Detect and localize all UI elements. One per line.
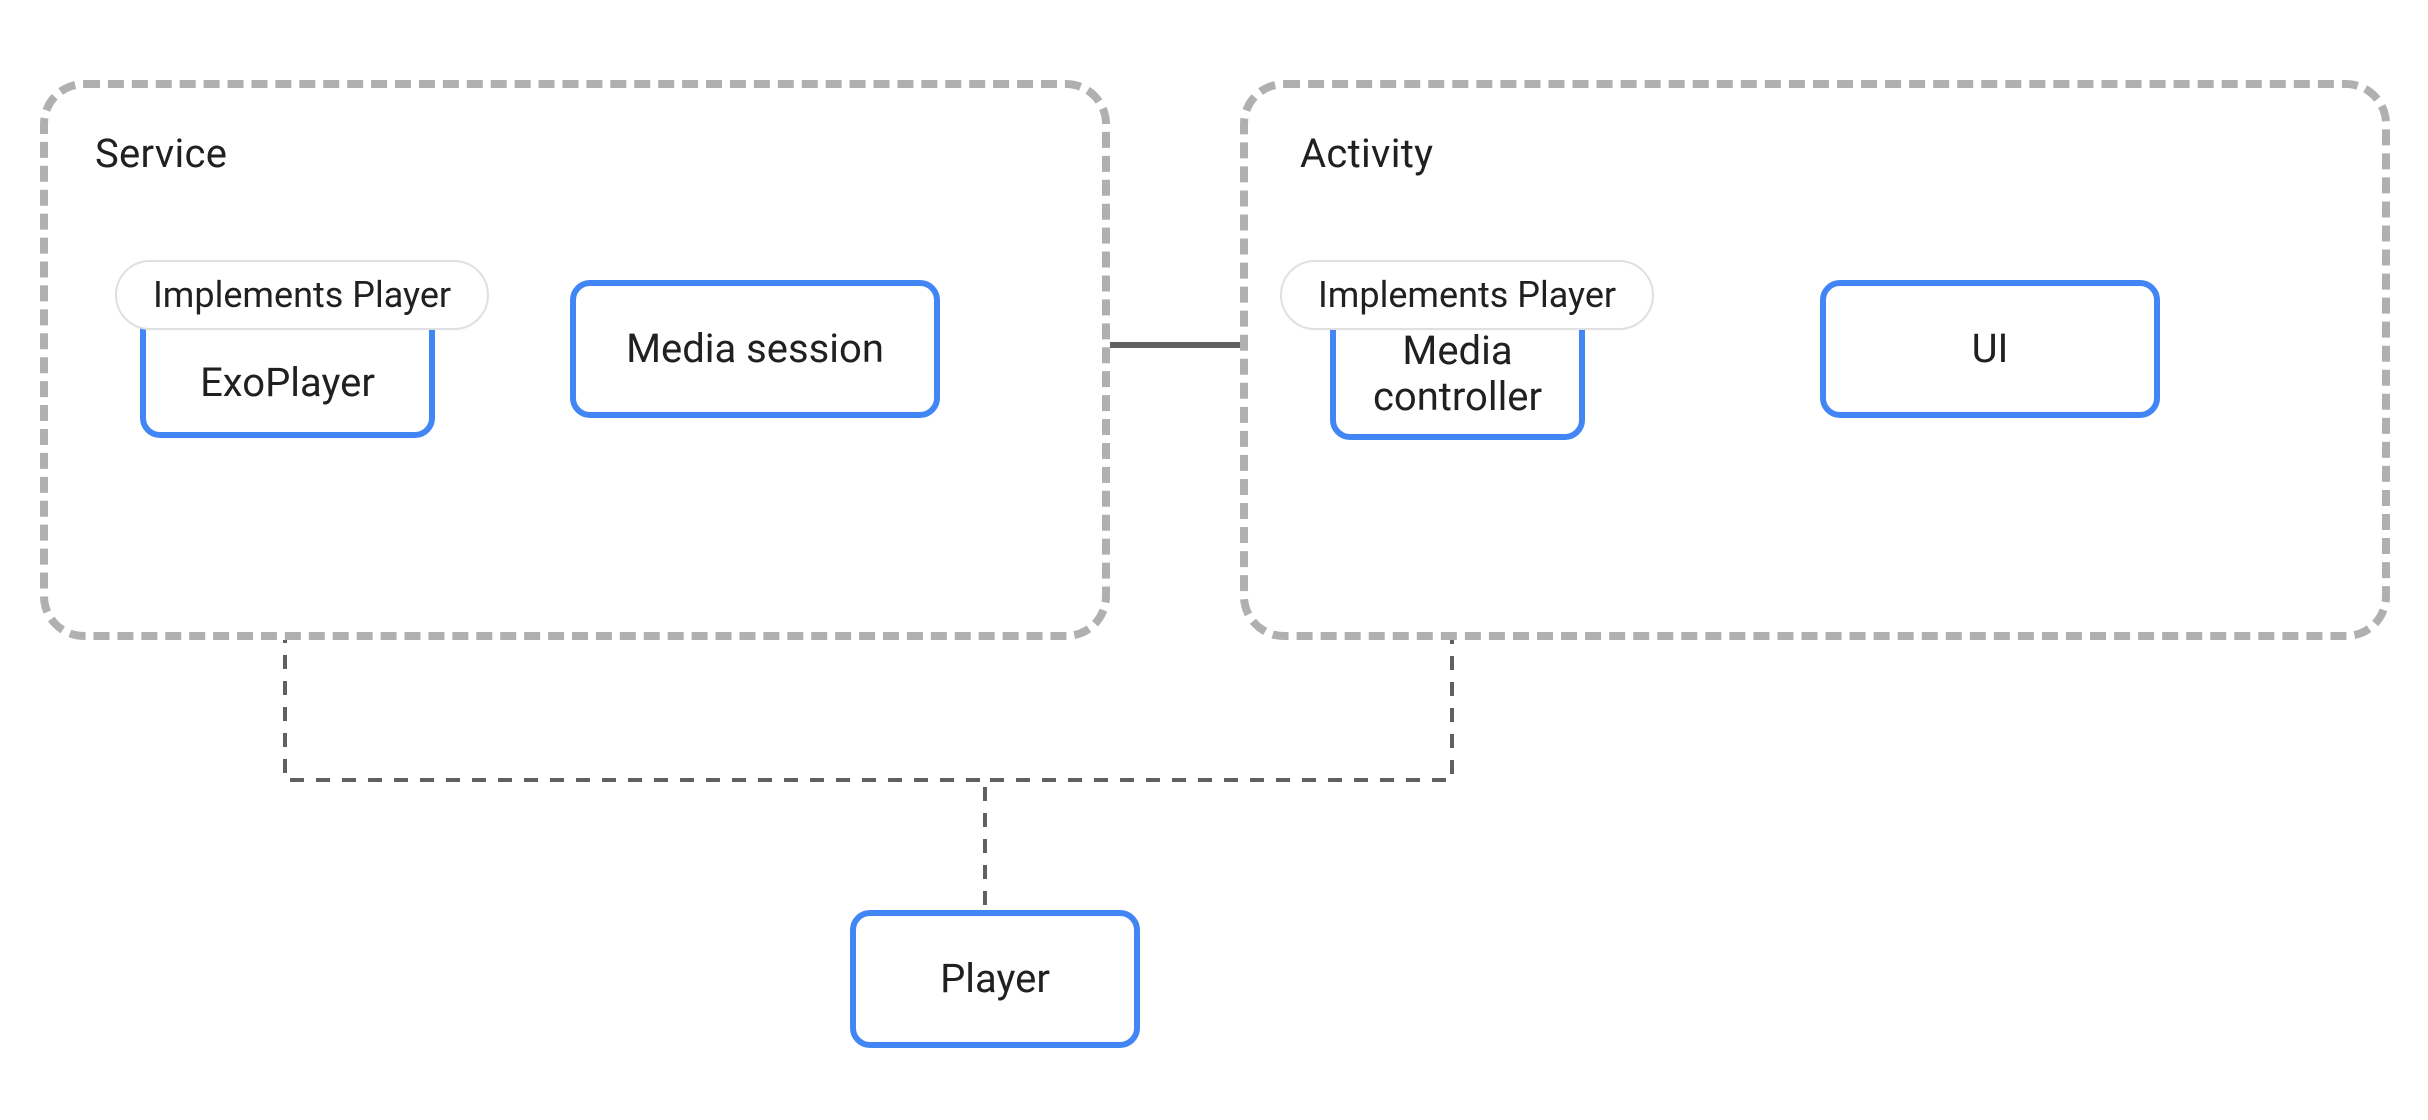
- node-exoplayer-label: ExoPlayer: [200, 360, 375, 406]
- activity-container-label: Activity: [1300, 130, 1433, 177]
- node-media-session-label: Media session: [626, 326, 884, 372]
- diagram-canvas: Service Activity ExoPlayer Implements Pl…: [0, 0, 2428, 1120]
- chip-mediacontroller-implements: Implements Player: [1280, 260, 1654, 330]
- node-player: Player: [850, 910, 1140, 1048]
- node-ui: UI: [1820, 280, 2160, 418]
- chip-exoplayer-implements: Implements Player: [115, 260, 489, 330]
- node-ui-label: UI: [1972, 326, 2009, 372]
- node-player-label: Player: [940, 956, 1050, 1002]
- node-media-controller-label: Media controller: [1373, 328, 1542, 420]
- node-media-session: Media session: [570, 280, 940, 418]
- service-container-label: Service: [95, 130, 227, 177]
